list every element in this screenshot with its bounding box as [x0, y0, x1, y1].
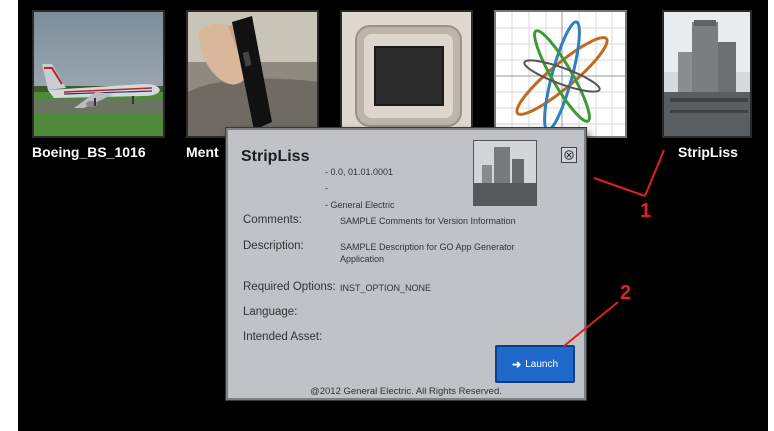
- lissajous-plot-icon: [494, 10, 627, 138]
- vendor-text: - General Electric: [325, 200, 395, 210]
- dialog-title: StripLiss: [241, 148, 310, 165]
- close-icon: [564, 150, 574, 160]
- version-text: - 0.0, 01.01.0001: [325, 167, 394, 177]
- callout-number-1: 1: [640, 200, 652, 222]
- comments-label: Comments:: [243, 214, 302, 226]
- required-options-value: INST_OPTION_NONE: [340, 283, 432, 293]
- language-label: Language:: [243, 306, 298, 318]
- close-button[interactable]: [561, 147, 577, 163]
- callout-number-2: 2: [620, 282, 632, 304]
- app-thumbnail: [473, 140, 537, 206]
- required-options-label: Required Options:: [243, 281, 336, 293]
- comments-value: SAMPLE Comments for Version Information: [340, 216, 516, 226]
- intended-asset-label: Intended Asset:: [243, 331, 323, 343]
- app-info-dialog: StripLiss - 0.0, 01.01.0001 - - General …: [226, 128, 586, 400]
- app-launcher-screen: Boeing_BS_1016 Ment StripLiss StripLiss …: [18, 0, 768, 431]
- industrial-plant-icon: [662, 10, 752, 138]
- hand-probe-icon: [186, 10, 319, 138]
- app-tile-label: Boeing_BS_1016: [32, 144, 146, 160]
- airplane-icon: [32, 10, 165, 138]
- dash-text: -: [325, 183, 328, 193]
- description-label: Description:: [243, 240, 304, 252]
- launch-arrow-icon: ➜: [511, 358, 522, 371]
- tablet-device-icon: [340, 10, 473, 138]
- copyright-text: @2012 General Electric. All Rights Reser…: [310, 386, 502, 397]
- description-value: SAMPLE Description for GO App Generator …: [340, 242, 515, 264]
- launch-button-label: Launch: [525, 358, 559, 370]
- app-tile-label: StripLiss: [678, 144, 738, 160]
- launch-button[interactable]: ➜ Launch: [495, 345, 575, 383]
